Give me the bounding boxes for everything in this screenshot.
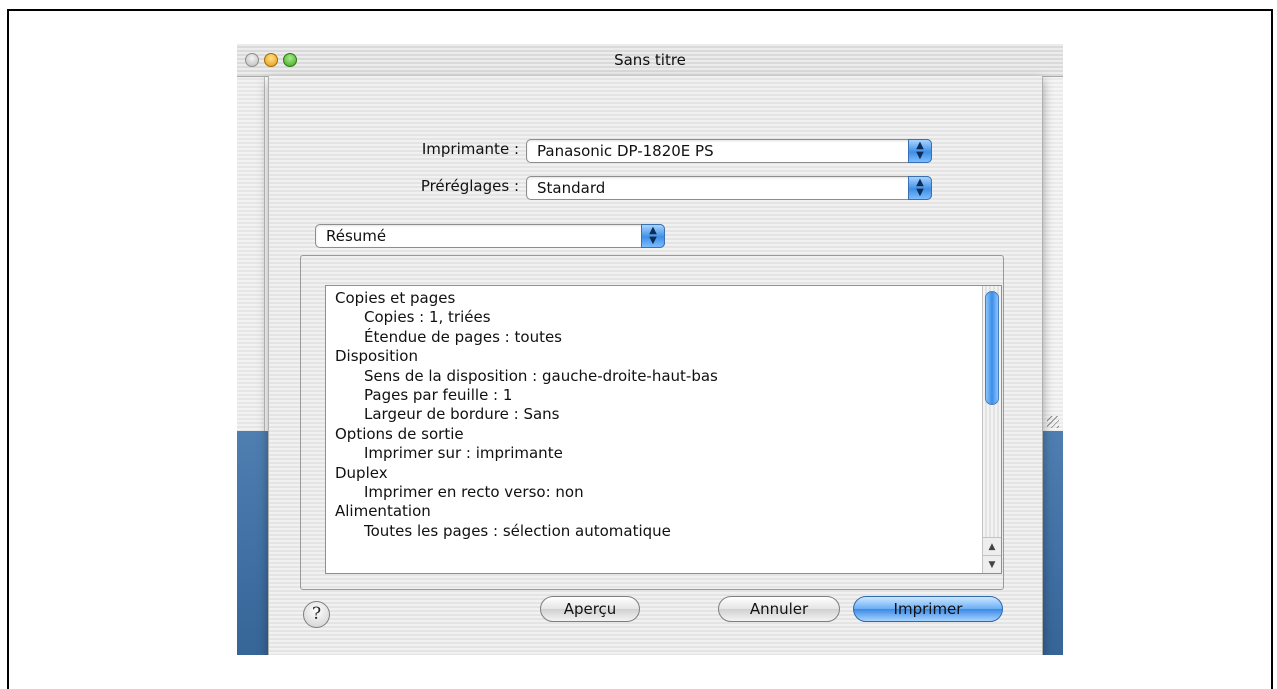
presets-select[interactable]: Standard ▲ ▼: [526, 176, 932, 200]
summary-scrollbar[interactable]: ▲ ▼: [982, 286, 1001, 573]
help-button[interactable]: ?: [303, 601, 330, 628]
up-down-arrows-icon: ▲ ▼: [908, 139, 932, 163]
scroll-down-arrow-icon[interactable]: ▼: [983, 555, 1001, 573]
up-down-arrows-icon: ▲ ▼: [908, 176, 932, 200]
summary-item: Sens de la disposition : gauche-droite-h…: [364, 366, 718, 385]
printer-select[interactable]: Panasonic DP-1820E PS ▲ ▼: [526, 139, 932, 163]
print-button[interactable]: Imprimer: [853, 596, 1003, 622]
title-bar[interactable]: Sans titre: [237, 44, 1063, 77]
summary-text: Copies et pages Copies : 1, triées Étendue…: [335, 289, 955, 541]
presets-value: Standard: [537, 179, 606, 197]
summary-item: Imprimer sur : imprimante: [364, 444, 563, 463]
summary-item: Largeur de bordure : Sans: [364, 405, 560, 424]
up-down-arrows-icon: ▲ ▼: [641, 224, 665, 248]
panel-select[interactable]: Résumé ▲ ▼: [315, 224, 665, 248]
summary-list[interactable]: Copies et pages Copies : 1, triées Étendue…: [325, 285, 1002, 574]
panel-value: Résumé: [326, 227, 387, 245]
summary-heading: Duplex: [335, 463, 388, 482]
summary-item: Imprimer en recto verso: non: [364, 483, 584, 502]
summary-item: Toutes les pages : sélection automatique: [364, 521, 671, 540]
presets-label: Préréglages :: [420, 177, 519, 195]
printer-label: Imprimante :: [421, 140, 519, 158]
preview-button[interactable]: Aperçu: [540, 596, 640, 622]
scroll-up-arrow-icon[interactable]: ▲: [983, 537, 1001, 556]
document-scrollbar[interactable]: [1042, 76, 1063, 431]
window-title: Sans titre: [614, 51, 686, 69]
summary-item: Pages par feuille : 1: [364, 386, 513, 405]
print-sheet: Imprimante : Panasonic DP-1820E PS ▲ ▼ Pr…: [268, 76, 1043, 655]
cancel-button[interactable]: Annuler: [718, 596, 840, 622]
printer-value: Panasonic DP-1820E PS: [537, 142, 714, 160]
print-dialog-screenshot: Sans titre Imprimante : Panasonic DP-182…: [237, 44, 1063, 655]
summary-heading: Copies et pages: [335, 289, 456, 307]
resize-grip-icon[interactable]: [1047, 416, 1059, 428]
summary-item: Étendue de pages : toutes: [364, 327, 562, 346]
summary-heading: Alimentation: [335, 502, 431, 521]
scrollbar-thumb[interactable]: [985, 291, 999, 405]
summary-heading: Disposition: [335, 347, 418, 366]
summary-item: Copies : 1, triées: [364, 308, 491, 327]
summary-heading: Options de sortie: [335, 424, 464, 443]
